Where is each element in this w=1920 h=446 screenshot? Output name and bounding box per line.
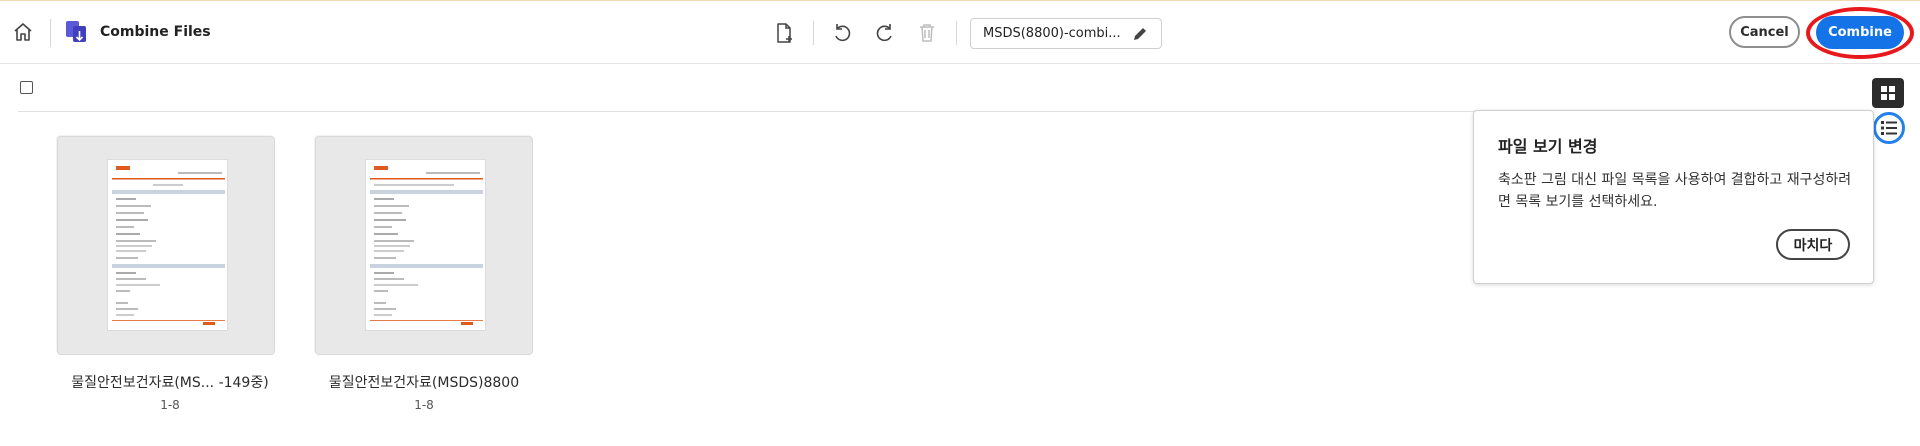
document-preview [112, 166, 225, 325]
divider [813, 21, 814, 45]
page-thumbnail [107, 159, 228, 331]
file-card[interactable] [315, 136, 533, 355]
filename-text: MSDS(8800)-combi... [983, 26, 1121, 41]
document-preview [370, 166, 483, 325]
redo-icon[interactable] [873, 21, 897, 45]
file-name: 물질안전보건자료(MS... -149중) [71, 375, 269, 391]
app-title: Combine Files [100, 24, 211, 40]
view-change-popover: 파일 보기 변경 축소판 그림 대신 파일 목록을 사용하여 결합하고 재구성하… [1473, 110, 1874, 284]
popover-title: 파일 보기 변경 [1498, 137, 1598, 156]
select-all-checkbox[interactable] [20, 81, 33, 94]
list-view-button[interactable] [1873, 112, 1905, 144]
file-page-range: 1-8 [160, 398, 180, 412]
trash-icon[interactable] [915, 21, 939, 45]
cancel-button[interactable]: Cancel [1729, 16, 1800, 48]
combine-button[interactable]: Combine [1816, 16, 1904, 49]
file-page-range: 1-8 [414, 398, 434, 412]
page-thumbnail [365, 159, 486, 331]
popover-done-button[interactable]: 마치다 [1776, 229, 1850, 260]
divider [956, 21, 957, 45]
popover-body: 축소판 그림 대신 파일 목록을 사용하여 결합하고 재구성하려면 목록 보기를… [1498, 172, 1852, 210]
list-view-icon [1881, 121, 1897, 135]
grid-view-button[interactable] [1872, 78, 1904, 108]
top-toolbar: Combine Files MSDS(8800)-combi... Cancel… [0, 1, 1920, 64]
home-icon[interactable] [12, 21, 34, 43]
file-card[interactable] [57, 136, 275, 355]
grid-view-icon [1881, 86, 1895, 100]
combine-files-icon [66, 21, 86, 42]
add-file-icon[interactable] [772, 21, 796, 45]
undo-icon[interactable] [830, 21, 854, 45]
file-name: 물질안전보건자료(MSDS)8800 [328, 375, 520, 391]
pencil-icon[interactable] [1131, 25, 1149, 43]
divider [50, 19, 51, 47]
filename-field[interactable]: MSDS(8800)-combi... [970, 18, 1162, 49]
